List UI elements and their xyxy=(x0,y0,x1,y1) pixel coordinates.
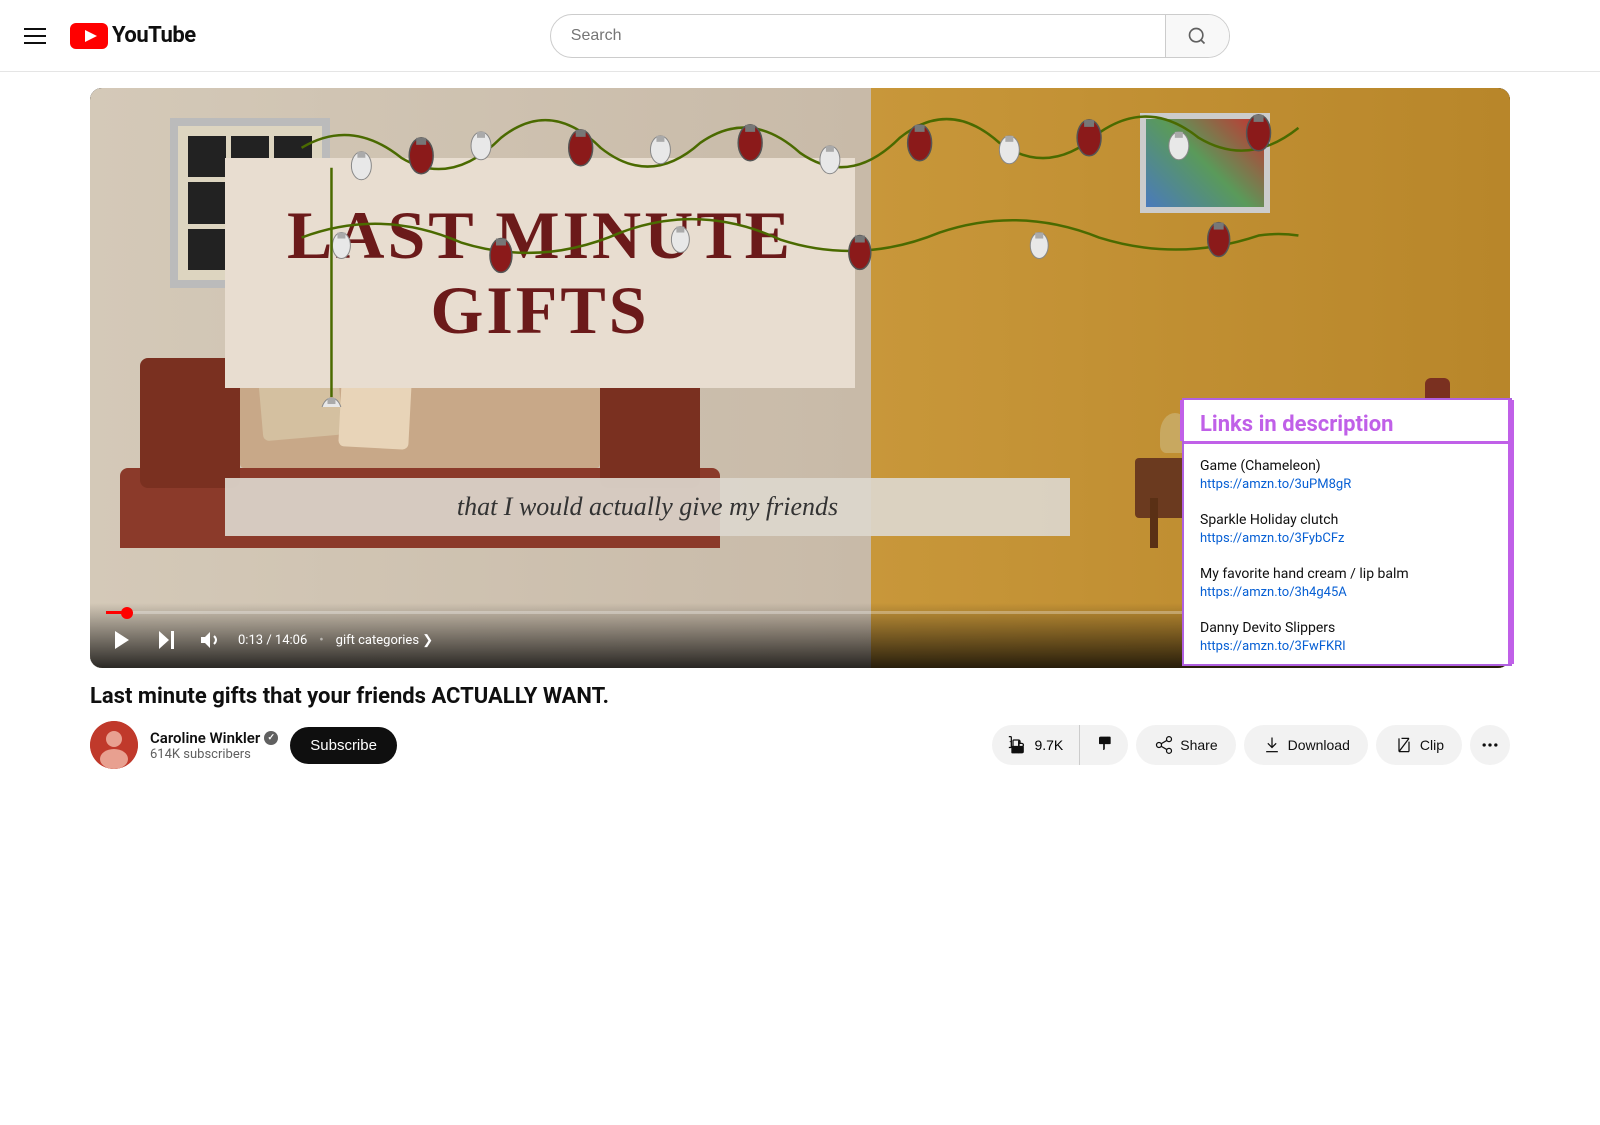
video-main-title: LAST MINUTEGIFTS xyxy=(285,198,795,348)
time-separator: / xyxy=(266,633,275,648)
channel-avatar[interactable] xyxy=(90,721,138,769)
download-button[interactable]: Download xyxy=(1244,725,1368,765)
link-title-3: Danny Devito Slippers xyxy=(1200,620,1492,636)
link-item-2: My favorite hand cream / lip balm https:… xyxy=(1184,556,1508,610)
dislike-button[interactable] xyxy=(1080,725,1128,765)
chapter-text: gift categories xyxy=(336,633,419,648)
chapter-tag[interactable]: gift categories ❯ xyxy=(336,633,434,648)
links-popup-header: Links in description xyxy=(1180,400,1508,441)
header: YouTube xyxy=(0,0,1600,72)
time-dot-separator: • xyxy=(319,633,323,648)
link-title-0: Game (Chameleon) xyxy=(1200,458,1492,474)
title-overlay: LAST MINUTEGIFTS xyxy=(225,158,855,388)
search-button[interactable] xyxy=(1165,14,1229,58)
link-url-1[interactable]: https://amzn.to/3FybCFz xyxy=(1200,531,1492,546)
header-center xyxy=(196,14,1584,58)
links-popup-divider xyxy=(1184,441,1508,444)
link-item-1: Sparkle Holiday clutch https://amzn.to/3… xyxy=(1184,502,1508,556)
link-url-3[interactable]: https://amzn.to/3FwFKRI xyxy=(1200,639,1492,654)
link-title-2: My favorite hand cream / lip balm xyxy=(1200,566,1492,582)
share-label: Share xyxy=(1180,737,1217,753)
time-current: 0:13 xyxy=(238,633,263,648)
links-popup-right-bar xyxy=(1508,400,1514,664)
channel-info: Caroline Winkler 614K subscribers Subscr… xyxy=(90,721,976,769)
youtube-logo-icon xyxy=(70,23,108,49)
download-label: Download xyxy=(1288,737,1350,753)
youtube-logo-text: YouTube xyxy=(112,23,196,48)
channel-details: Caroline Winkler 614K subscribers xyxy=(150,729,278,762)
hamburger-menu[interactable] xyxy=(16,20,54,52)
clip-button[interactable]: Clip xyxy=(1376,725,1462,765)
main-content: LAST MINUTEGIFTS that I would actually g… xyxy=(50,88,1550,769)
more-options-button[interactable] xyxy=(1470,725,1510,765)
progress-fill xyxy=(106,611,127,614)
channel-name: Caroline Winkler xyxy=(150,729,278,747)
time-total: 14:06 xyxy=(275,633,307,648)
verified-icon xyxy=(264,731,278,745)
action-buttons: 9.7K Share xyxy=(992,725,1510,765)
link-title-1: Sparkle Holiday clutch xyxy=(1200,512,1492,528)
links-popup: Links in description Game (Chameleon) ht… xyxy=(1182,398,1512,666)
links-popup-inner: Links in description Game (Chameleon) ht… xyxy=(1184,400,1508,664)
link-url-2[interactable]: https://amzn.to/3h4g45A xyxy=(1200,585,1492,600)
channel-name-text: Caroline Winkler xyxy=(150,729,260,747)
subscriber-count: 614K subscribers xyxy=(150,747,278,762)
next-button[interactable] xyxy=(150,624,182,656)
video-title: Last minute gifts that your friends ACTU… xyxy=(90,684,1510,709)
link-item-0: Game (Chameleon) https://amzn.to/3uPM8gR xyxy=(1184,448,1508,502)
search-bar xyxy=(550,14,1230,58)
video-container: LAST MINUTEGIFTS that I would actually g… xyxy=(90,88,1510,668)
link-url-0[interactable]: https://amzn.to/3uPM8gR xyxy=(1200,477,1492,492)
share-button[interactable]: Share xyxy=(1136,725,1235,765)
play-button[interactable] xyxy=(106,624,138,656)
channel-row: Caroline Winkler 614K subscribers Subscr… xyxy=(90,721,1510,769)
like-dislike-group: 9.7K xyxy=(992,725,1128,765)
chapter-arrow: ❯ xyxy=(422,633,433,648)
search-input[interactable] xyxy=(551,27,1165,45)
video-sub-title: that I would actually give my friends xyxy=(225,478,1070,536)
header-left: YouTube xyxy=(16,20,196,52)
subscribe-button[interactable]: Subscribe xyxy=(290,727,397,764)
link-item-3: Danny Devito Slippers https://amzn.to/3F… xyxy=(1184,610,1508,664)
progress-dot xyxy=(121,607,133,619)
like-button[interactable]: 9.7K xyxy=(992,725,1080,765)
clip-label: Clip xyxy=(1420,737,1444,753)
video-info: Last minute gifts that your friends ACTU… xyxy=(90,684,1510,769)
like-count: 9.7K xyxy=(1034,737,1063,753)
wall-painting xyxy=(1140,113,1270,213)
time-display: 0:13 / 14:06 xyxy=(238,633,307,648)
volume-button[interactable] xyxy=(194,624,226,656)
youtube-logo[interactable]: YouTube xyxy=(70,23,196,49)
